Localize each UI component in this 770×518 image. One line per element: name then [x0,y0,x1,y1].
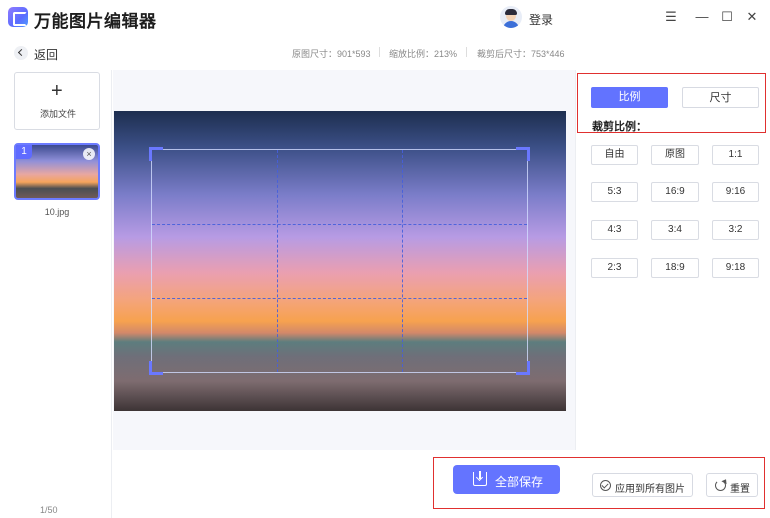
login-link[interactable]: 登录 [529,11,553,28]
avatar-body [503,21,519,28]
divider [466,47,467,57]
menu-icon[interactable]: ☰ [663,9,679,25]
thumbnail-index-badge: 1 [16,145,32,159]
crop-grid-line [152,297,527,299]
back-button[interactable]: 返回 [34,46,58,63]
ratio-option-5-3[interactable]: 5:3 [591,182,638,202]
ratio-option-1-1[interactable]: 1:1 [712,145,759,165]
crop-grid-line [401,150,403,372]
ratio-option-original[interactable]: 原图 [651,145,699,165]
ratio-option-3-4[interactable]: 3:4 [651,220,699,240]
crop-box[interactable] [149,147,530,375]
ratio-option-2-3[interactable]: 2:3 [591,258,638,278]
remove-image-icon[interactable]: × [83,148,95,160]
zoom-ratio-text: 缩放比例：213% [389,49,458,59]
title-bar: 万能图片编辑器 登录 ☰ — ☐ ✕ [0,0,770,36]
original-size-text: 原图尺寸：901*593 [292,49,371,59]
highlight-box [433,457,765,509]
crop-handle-top-left[interactable] [149,147,163,161]
maximize-icon[interactable]: ☐ [719,9,735,25]
ratio-option-3-2[interactable]: 3:2 [712,220,759,240]
ratio-option-16-9[interactable]: 16:9 [651,182,699,202]
add-file-button[interactable]: + 添加文件 [14,72,100,130]
back-arrow-icon[interactable] [14,46,28,60]
crop-handle-bottom-right[interactable] [516,361,530,375]
ratio-option-9-18[interactable]: 9:18 [712,258,759,278]
divider [379,47,380,57]
image-thumbnail[interactable]: 1 × [14,143,100,200]
app-title: 万能图片编辑器 [34,12,157,31]
app-logo-icon [8,7,28,27]
crop-grid-line [276,150,278,372]
cropped-size-text: 裁剪后尺寸：753*446 [477,49,565,59]
close-icon[interactable]: ✕ [744,9,760,25]
ratio-option-free[interactable]: 自由 [591,145,638,165]
minimize-icon[interactable]: — [694,9,710,25]
thumbnail-filename: 10.jpg [44,207,70,217]
highlight-box [577,73,766,133]
ratio-option-9-16[interactable]: 9:16 [712,182,759,202]
user-avatar[interactable] [500,6,522,28]
ratio-option-18-9[interactable]: 18:9 [651,258,699,278]
plus-icon: + [51,80,63,102]
file-list-panel [0,70,112,518]
crop-handle-bottom-left[interactable] [149,361,163,375]
crop-handle-top-right[interactable] [516,147,530,161]
toolbar [0,36,770,70]
crop-grid-line [152,223,527,225]
ratio-option-4-3[interactable]: 4:3 [591,220,638,240]
add-file-label: 添加文件 [39,109,76,119]
avatar-hair [505,9,517,15]
page-count: 1/50 [40,505,58,515]
